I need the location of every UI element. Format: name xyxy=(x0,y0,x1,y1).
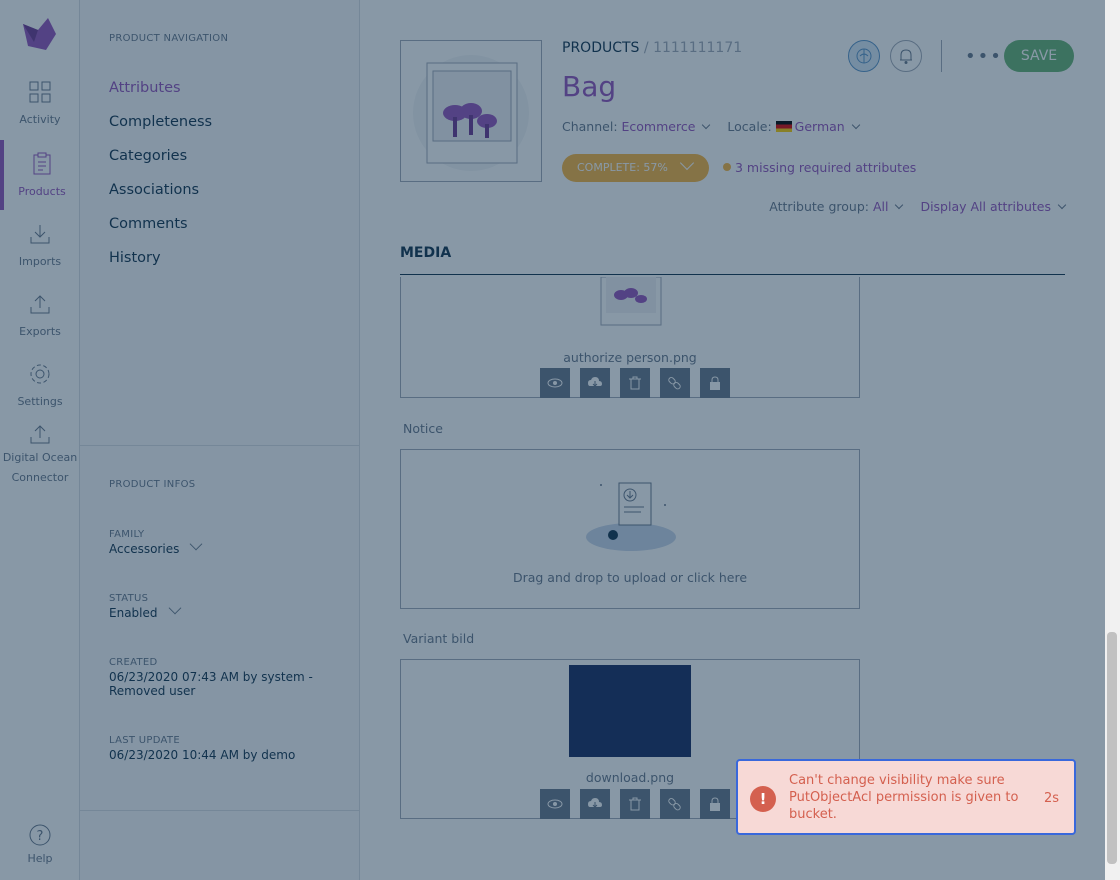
modal-overlay xyxy=(0,0,1105,880)
error-icon: ! xyxy=(750,786,776,812)
toast-countdown: 2s xyxy=(1044,791,1060,806)
scrollbar-thumb[interactable] xyxy=(1107,632,1117,864)
error-message: Can't change visibility make sure PutObj… xyxy=(789,773,1019,822)
error-flash-message[interactable]: ! Can't change visibility make sure PutO… xyxy=(736,759,1076,835)
